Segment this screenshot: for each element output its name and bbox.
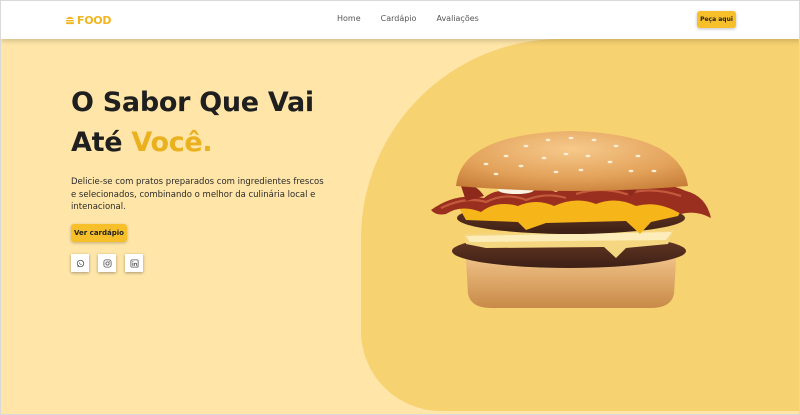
page: FOOD Home Cardápio Avaliações Peça aqui … [0, 0, 800, 415]
burger-image [431, 131, 711, 308]
hero-title: O Sabor Que Vai Até Você. [71, 83, 314, 163]
whatsapp-link[interactable] [71, 254, 89, 272]
order-button[interactable]: Peça aqui [697, 11, 736, 28]
social-links [71, 254, 143, 272]
hero-description: Delicie-se com pratos preparados com ing… [71, 177, 324, 212]
burger-logo-icon [66, 16, 74, 25]
hero-title-highlight: Você. [131, 127, 213, 158]
nav-link-cardapio[interactable]: Cardápio [381, 14, 417, 23]
main-nav: Home Cardápio Avaliações [337, 14, 479, 23]
brand-logo[interactable]: FOOD [65, 12, 111, 28]
logo-text: FOOD [77, 13, 112, 27]
hero-title-line1: O Sabor Que Vai [71, 87, 314, 118]
instagram-icon [102, 258, 112, 268]
linkedin-link[interactable] [125, 254, 143, 272]
view-menu-button[interactable]: Ver cardápio [71, 224, 127, 242]
instagram-link[interactable] [98, 254, 116, 272]
hero-title-line2-prefix: Até [71, 127, 132, 158]
top-header: FOOD Home Cardápio Avaliações Peça aqui [1, 1, 799, 39]
whatsapp-icon [76, 259, 84, 267]
nav-link-home[interactable]: Home [337, 14, 361, 23]
linkedin-icon [129, 258, 139, 268]
nav-link-avaliacoes[interactable]: Avaliações [436, 14, 478, 23]
